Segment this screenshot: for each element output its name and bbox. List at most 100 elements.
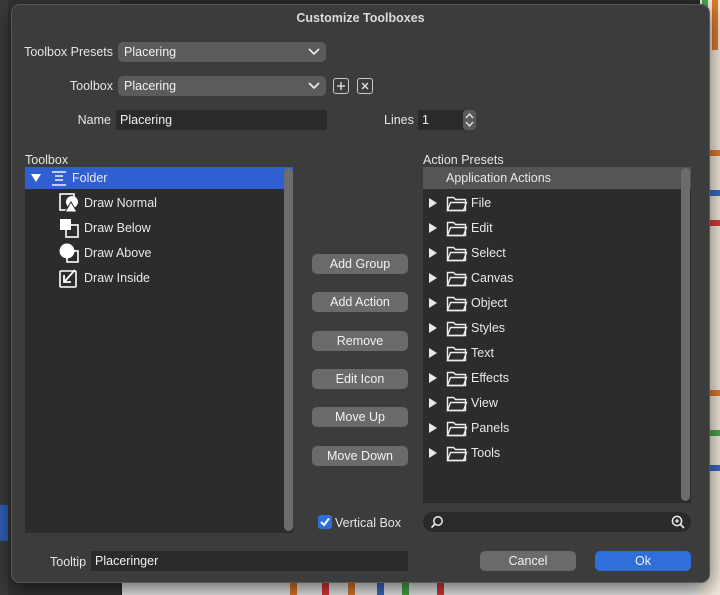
disclosure-triangle-down-icon[interactable] xyxy=(31,174,41,183)
application-actions-label: Application Actions xyxy=(446,171,551,185)
preset-folder-label: View xyxy=(471,396,498,410)
folder-icon xyxy=(446,271,468,287)
application-actions-header[interactable]: Application Actions xyxy=(423,167,691,189)
action-search-field[interactable] xyxy=(423,512,691,532)
preset-folder-panels[interactable]: Panels xyxy=(423,417,679,439)
toolbox-presets-label: Toolbox Presets xyxy=(24,45,113,59)
delete-toolbox-button[interactable] xyxy=(357,78,373,94)
toolbox-presets-popup[interactable]: Placering xyxy=(118,42,326,62)
disclosure-triangle-right-icon[interactable] xyxy=(429,298,438,308)
tree-item-label: Draw Below xyxy=(84,221,151,235)
add-group-button[interactable]: Add Group xyxy=(312,254,408,274)
folder-icon xyxy=(446,246,468,262)
tree-item-folder-label: Folder xyxy=(72,171,108,185)
preset-folder-select[interactable]: Select xyxy=(423,242,679,264)
lines-stepper[interactable] xyxy=(463,110,476,130)
preset-folder-view[interactable]: View xyxy=(423,392,679,414)
disclosure-triangle-right-icon[interactable] xyxy=(429,248,438,258)
tree-item-draw-above[interactable]: Draw Above xyxy=(25,242,293,264)
add-action-button[interactable]: Add Action xyxy=(312,292,408,312)
stepper-arrows-icon xyxy=(465,113,474,127)
cancel-button[interactable]: Cancel xyxy=(480,551,576,571)
preset-folder-label: Edit xyxy=(471,221,493,235)
tree-item-label: Draw Above xyxy=(84,246,152,260)
preset-folder-text[interactable]: Text xyxy=(423,342,679,364)
folder-icon xyxy=(446,221,468,237)
tree-item-label: Draw Inside xyxy=(84,271,150,285)
disclosure-triangle-right-icon[interactable] xyxy=(429,373,438,383)
toolbox-popup[interactable]: Placering xyxy=(118,76,326,96)
tree-item-label: Draw Normal xyxy=(84,196,157,210)
move-down-button[interactable]: Move Down xyxy=(312,446,408,466)
tree-item-draw-below[interactable]: Draw Below xyxy=(25,217,293,239)
preset-folder-object[interactable]: Object xyxy=(423,292,679,314)
folder-icon xyxy=(446,446,468,462)
folder-icon xyxy=(446,396,468,412)
folder-icon xyxy=(446,421,468,437)
disclosure-triangle-right-icon[interactable] xyxy=(429,198,438,208)
remove-button[interactable]: Remove xyxy=(312,331,408,351)
customize-toolboxes-dialog: Customize Toolboxes Toolbox Presets Plac… xyxy=(11,4,710,583)
draw-above-icon xyxy=(59,243,79,263)
toolbox-tree[interactable]: Folder Draw Normal Draw Below Draw Above… xyxy=(25,167,293,533)
folder-lines-icon xyxy=(52,171,66,186)
disclosure-triangle-right-icon[interactable] xyxy=(429,398,438,408)
draw-normal-icon xyxy=(59,193,78,213)
preset-folder-label: Tools xyxy=(471,446,501,460)
vertical-box-label: Vertical Box xyxy=(335,516,402,530)
preset-folder-canvas[interactable]: Canvas xyxy=(423,267,679,289)
tree-item-folder[interactable]: Folder xyxy=(25,167,293,189)
draw-inside-icon xyxy=(59,269,77,288)
tree-item-draw-normal[interactable]: Draw Normal xyxy=(25,192,293,214)
folder-icon xyxy=(446,346,468,362)
disclosure-triangle-right-icon[interactable] xyxy=(429,448,438,458)
disclosure-triangle-right-icon[interactable] xyxy=(429,273,438,283)
search-icon xyxy=(430,516,443,529)
lines-label: Lines xyxy=(384,113,414,127)
tree-item-draw-inside[interactable]: Draw Inside xyxy=(25,267,293,289)
dialog-title: Customize Toolboxes xyxy=(296,11,425,25)
ok-button[interactable]: Ok xyxy=(595,551,691,571)
disclosure-triangle-right-icon[interactable] xyxy=(429,348,438,358)
plus-icon xyxy=(337,82,345,90)
preset-folder-label: File xyxy=(471,196,492,210)
action-presets-label: Action Presets xyxy=(423,153,504,167)
vertical-box-checkbox[interactable] xyxy=(318,515,332,529)
preset-folder-styles[interactable]: Styles xyxy=(423,317,679,339)
name-label: Name xyxy=(77,113,111,127)
chevron-down-icon xyxy=(308,82,320,90)
disclosure-triangle-right-icon[interactable] xyxy=(429,423,438,433)
preset-folder-label: Object xyxy=(471,296,508,310)
zoom-search-icon[interactable] xyxy=(671,515,685,529)
preset-folder-file[interactable]: File xyxy=(423,192,679,214)
preset-folder-label: Effects xyxy=(471,371,509,385)
edit-icon-button[interactable]: Edit Icon xyxy=(312,369,408,389)
preset-folder-effects[interactable]: Effects xyxy=(423,367,679,389)
close-icon xyxy=(361,82,369,90)
draw-below-icon xyxy=(60,219,79,238)
checkmark-icon xyxy=(320,517,330,527)
name-field[interactable]: Placering xyxy=(116,110,327,130)
action-presets-scrollbar[interactable] xyxy=(681,168,690,501)
folder-icon xyxy=(446,296,468,312)
chevron-down-icon xyxy=(308,48,320,56)
toolbox-presets-value: Placering xyxy=(124,45,177,59)
preset-folder-label: Panels xyxy=(471,421,510,435)
folder-icon xyxy=(446,196,468,212)
disclosure-triangle-right-icon[interactable] xyxy=(429,223,438,233)
tooltip-field[interactable]: Placeringer xyxy=(91,551,408,571)
folder-icon xyxy=(446,321,468,337)
lines-field[interactable]: 1 xyxy=(418,110,464,130)
toolbox-label: Toolbox xyxy=(69,79,113,93)
disclosure-triangle-right-icon[interactable] xyxy=(429,323,438,333)
preset-folder-label: Styles xyxy=(471,321,506,335)
move-up-button[interactable]: Move Up xyxy=(312,407,408,427)
preset-folder-tools[interactable]: Tools xyxy=(423,442,679,464)
preset-folder-label: Canvas xyxy=(471,271,514,285)
preset-folder-edit[interactable]: Edit xyxy=(423,217,679,239)
background-app-selection xyxy=(0,505,8,541)
add-toolbox-button[interactable] xyxy=(333,78,349,94)
toolbox-tree-scrollbar[interactable] xyxy=(284,168,293,531)
folder-icon xyxy=(446,371,468,387)
tooltip-label: Tooltip xyxy=(50,555,87,569)
